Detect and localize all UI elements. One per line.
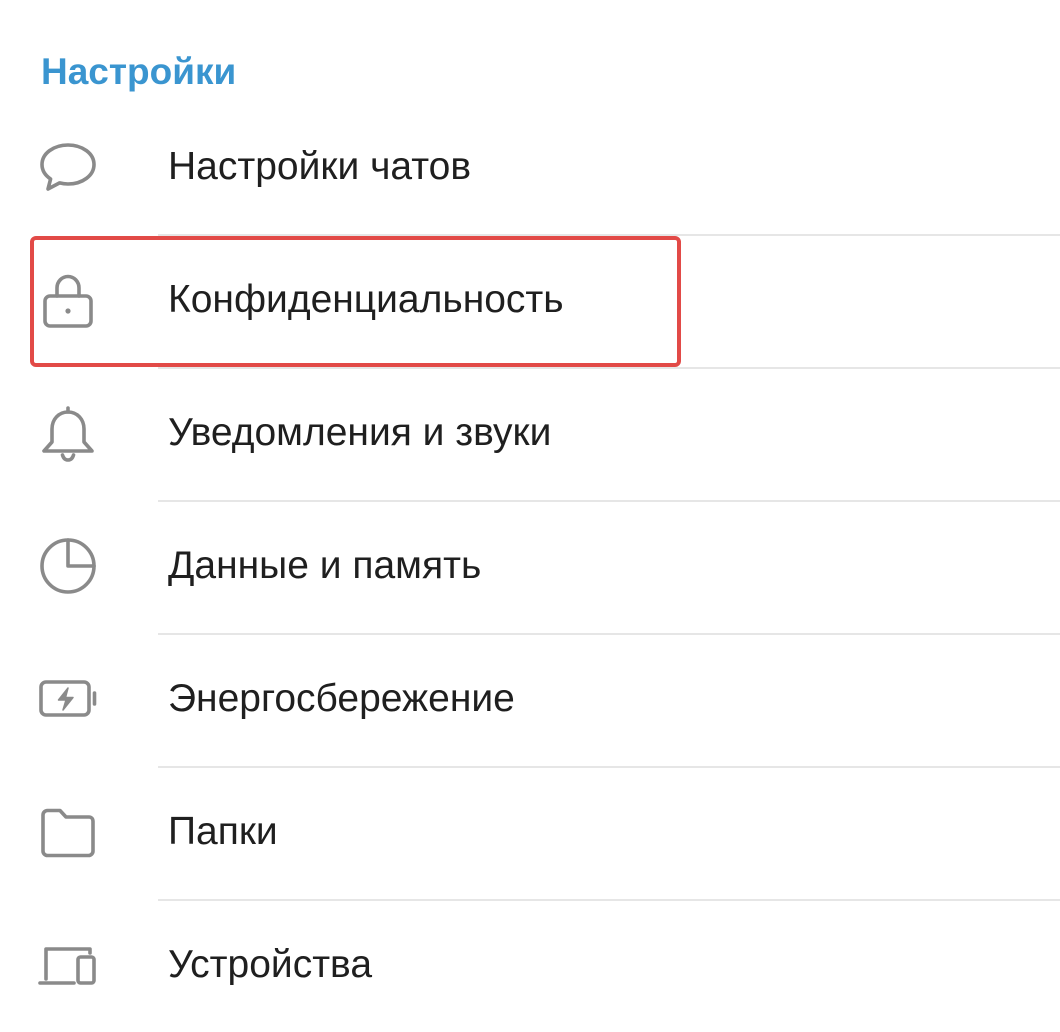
settings-item-privacy[interactable]: Конфиденциальность — [0, 234, 1060, 366]
pie-chart-icon — [38, 536, 98, 596]
settings-item-label: Энергосбережение — [168, 677, 515, 720]
settings-section-header: Настройки — [41, 51, 237, 92]
devices-icon — [38, 935, 98, 995]
settings-item-data-storage[interactable]: Данные и память — [0, 500, 1060, 632]
settings-item-label: Конфиденциальность — [168, 278, 564, 321]
settings-item-label: Папки — [168, 810, 278, 853]
bell-icon — [38, 403, 98, 463]
settings-item-devices[interactable]: Устройства — [0, 899, 1060, 1031]
settings-item-label: Данные и память — [168, 544, 482, 587]
settings-item-label: Устройства — [168, 943, 373, 986]
settings-item-folders[interactable]: Папки — [0, 766, 1060, 898]
settings-item-label: Уведомления и звуки — [168, 411, 552, 454]
settings-item-chat-settings[interactable]: Настройки чатов — [0, 101, 1060, 233]
folder-icon — [38, 802, 98, 862]
settings-item-notifications[interactable]: Уведомления и звуки — [0, 367, 1060, 499]
chat-bubble-icon — [38, 137, 98, 197]
battery-bolt-icon — [38, 669, 98, 729]
lock-icon — [38, 270, 98, 330]
settings-item-power-saving[interactable]: Энергосбережение — [0, 633, 1060, 765]
settings-item-label: Настройки чатов — [168, 145, 472, 188]
